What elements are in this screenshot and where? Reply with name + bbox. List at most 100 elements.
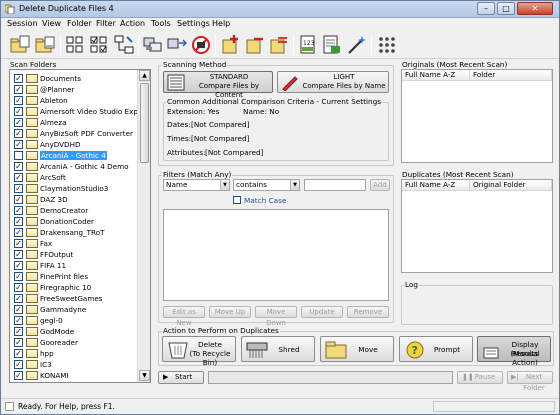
stop-icon[interactable] bbox=[190, 34, 212, 56]
pause-button[interactable]: ❚❚ Pause bbox=[457, 371, 503, 384]
filter-field-select[interactable]: Name ▼ bbox=[163, 179, 230, 191]
scroll-thumb[interactable] bbox=[140, 83, 149, 163]
originals-col-folder[interactable]: Folder bbox=[470, 70, 552, 81]
folder-checkbox[interactable] bbox=[14, 151, 23, 160]
folder-checkbox[interactable]: ✓ bbox=[14, 360, 23, 369]
folder-checkbox[interactable]: ✓ bbox=[14, 294, 23, 303]
start-button[interactable]: ▶ Start bbox=[158, 371, 204, 384]
close-button[interactable]: ✕ bbox=[517, 2, 553, 15]
open-session-icon[interactable] bbox=[34, 34, 56, 56]
folder-checkbox[interactable]: ✓ bbox=[14, 349, 23, 358]
folder-checkbox[interactable]: ✓ bbox=[14, 74, 23, 83]
match-case-checkbox[interactable] bbox=[233, 196, 241, 204]
scan-folder-row[interactable]: ✓ ClaymationStudio3 bbox=[10, 183, 137, 194]
folder-checkbox[interactable]: ✓ bbox=[14, 206, 23, 215]
folder-checkbox[interactable]: ✓ bbox=[14, 140, 23, 149]
shred-action-button[interactable]: Shred bbox=[241, 336, 315, 362]
folder-checkbox[interactable]: ✓ bbox=[14, 316, 23, 325]
menu-folder[interactable]: Folder bbox=[67, 19, 92, 28]
scan-computer-icon[interactable] bbox=[142, 34, 164, 56]
scan-folder-row[interactable]: ✓ FinePrint files bbox=[10, 271, 137, 282]
edit-as-new-button[interactable]: Edit as New bbox=[163, 306, 205, 327]
standard-scan-button[interactable]: STANDARD Compare Files by Content bbox=[163, 71, 273, 99]
filter-operator-select[interactable]: contains ▼ bbox=[233, 179, 300, 191]
folder-checkbox[interactable]: ✓ bbox=[14, 85, 23, 94]
scan-folder-row[interactable]: ✓ gegl-0 bbox=[10, 315, 137, 326]
scan-folder-row[interactable]: ✓ GodMode bbox=[10, 326, 137, 337]
remove-filter-icon[interactable] bbox=[244, 34, 266, 56]
filter-add-button[interactable]: Add bbox=[370, 179, 390, 191]
filter-value-input[interactable] bbox=[304, 179, 366, 191]
maximize-button[interactable]: □ bbox=[497, 2, 515, 15]
scan-folder-row[interactable]: ✓ Firegraphic 10 bbox=[10, 282, 137, 293]
next-folder-button[interactable]: ▶| Next Folder bbox=[507, 371, 553, 392]
folder-checkbox[interactable]: ✓ bbox=[14, 283, 23, 292]
move-action-button[interactable]: Move bbox=[320, 336, 394, 362]
scan-folder-row[interactable]: ✓ FFOutput bbox=[10, 249, 137, 260]
folder-checkbox[interactable]: ✓ bbox=[14, 162, 23, 171]
folder-tree-icon[interactable] bbox=[113, 34, 135, 56]
scan-folder-row[interactable]: ✓ Microsys bbox=[10, 381, 137, 383]
scan-folder-row[interactable]: ✓ DemoCreator bbox=[10, 205, 137, 216]
scan-folder-row[interactable]: ✓ Aimersoft Video Studio Express bbox=[10, 106, 150, 117]
folder-checkbox[interactable]: ✓ bbox=[14, 96, 23, 105]
menu-session[interactable]: Session bbox=[7, 19, 38, 28]
scan-folder-row[interactable]: ✓ DonationCoder bbox=[10, 216, 137, 227]
folder-checkbox[interactable]: ✓ bbox=[14, 371, 23, 380]
scan-folder-row[interactable]: ✓ Fax bbox=[10, 238, 137, 249]
scan-folder-row[interactable]: ArcaniA - Gothic 4 bbox=[10, 150, 137, 161]
options-grid-icon[interactable] bbox=[376, 34, 398, 56]
folder-checkbox[interactable]: ✓ bbox=[14, 217, 23, 226]
add-filter-icon[interactable] bbox=[220, 34, 242, 56]
menu-help[interactable]: Help bbox=[212, 19, 230, 28]
duplicates-col-name[interactable]: Full Name A-Z bbox=[402, 180, 470, 191]
menu-filter[interactable]: Filter bbox=[96, 19, 116, 28]
scan-folder-row[interactable]: ✓ hpp bbox=[10, 348, 137, 359]
scan-folder-row[interactable]: ✓ KONAMI bbox=[10, 370, 137, 381]
menu-view[interactable]: View bbox=[42, 19, 61, 28]
light-scan-button[interactable]: LIGHT Compare Files by Name bbox=[277, 71, 389, 93]
scan-folder-row[interactable]: ✓ IC3 bbox=[10, 359, 137, 370]
folder-checkbox[interactable]: ✓ bbox=[14, 272, 23, 281]
folder-checkbox[interactable]: ✓ bbox=[14, 261, 23, 270]
scan-list-scrollbar[interactable]: ▲ ▼ bbox=[137, 70, 150, 382]
folder-checkbox[interactable]: ✓ bbox=[14, 195, 23, 204]
scan-drives-icon[interactable] bbox=[166, 34, 188, 56]
scan-folder-row[interactable]: ✓ @Planner bbox=[10, 84, 137, 95]
menu-action[interactable]: Action bbox=[120, 19, 145, 28]
move-down-button[interactable]: Move Down bbox=[255, 306, 297, 327]
menu-settings[interactable]: Settings bbox=[177, 19, 210, 28]
scan-folder-row[interactable]: ✓ AnyBizSoft PDF Converter bbox=[10, 128, 137, 139]
folder-checkbox[interactable]: ✓ bbox=[14, 228, 23, 237]
originals-col-name[interactable]: Full Name A-Z bbox=[402, 70, 470, 81]
menu-tools[interactable]: Tools bbox=[151, 19, 171, 28]
folder-checkbox[interactable]: ✓ bbox=[14, 239, 23, 248]
folder-checkbox[interactable]: ✓ bbox=[14, 305, 23, 314]
filters-list[interactable] bbox=[163, 209, 389, 301]
wand-tools-icon[interactable] bbox=[346, 34, 368, 56]
duplicates-col-folder[interactable]: Original Folder bbox=[470, 180, 552, 191]
folder-checkbox[interactable]: ✓ bbox=[14, 129, 23, 138]
prompt-action-button[interactable]: ? Prompt bbox=[399, 336, 473, 362]
folder-checkbox[interactable]: ✓ bbox=[14, 184, 23, 193]
duplicates-list[interactable]: Full Name A-Z Original Folder bbox=[401, 179, 553, 273]
scroll-down-icon[interactable]: ▼ bbox=[139, 370, 150, 381]
scan-folder-row[interactable]: ✓ FreeSweetGames bbox=[10, 293, 137, 304]
folder-checkbox[interactable]: ✓ bbox=[14, 338, 23, 347]
folder-checkbox[interactable]: ✓ bbox=[14, 327, 23, 336]
check-all-icon[interactable] bbox=[64, 34, 86, 56]
move-up-button[interactable]: Move Up bbox=[209, 306, 251, 318]
scan-folder-row[interactable]: ✓ Gooreader bbox=[10, 337, 137, 348]
folder-checkbox[interactable]: ✓ bbox=[14, 250, 23, 259]
folder-checkbox[interactable]: ✓ bbox=[14, 173, 23, 182]
display-results-button[interactable]: Display Results (Manual Action) bbox=[477, 336, 551, 367]
scan-folder-row[interactable]: ✓ Documents bbox=[10, 73, 137, 84]
scan-folder-row[interactable]: ✓ FIFA 11 bbox=[10, 260, 137, 271]
folder-checkbox[interactable]: ✓ bbox=[14, 382, 23, 383]
new-session-icon[interactable] bbox=[9, 34, 31, 56]
scan-folder-row[interactable]: ✓ ArcaniA - Gothic 4 Demo bbox=[10, 161, 137, 172]
scan-folder-row[interactable]: ✓ Gammadyne bbox=[10, 304, 137, 315]
scan-folder-row[interactable]: ✓ Ableton bbox=[10, 95, 137, 106]
match-case-label[interactable]: Match Case bbox=[244, 196, 286, 205]
scroll-up-icon[interactable]: ▲ bbox=[139, 70, 150, 81]
